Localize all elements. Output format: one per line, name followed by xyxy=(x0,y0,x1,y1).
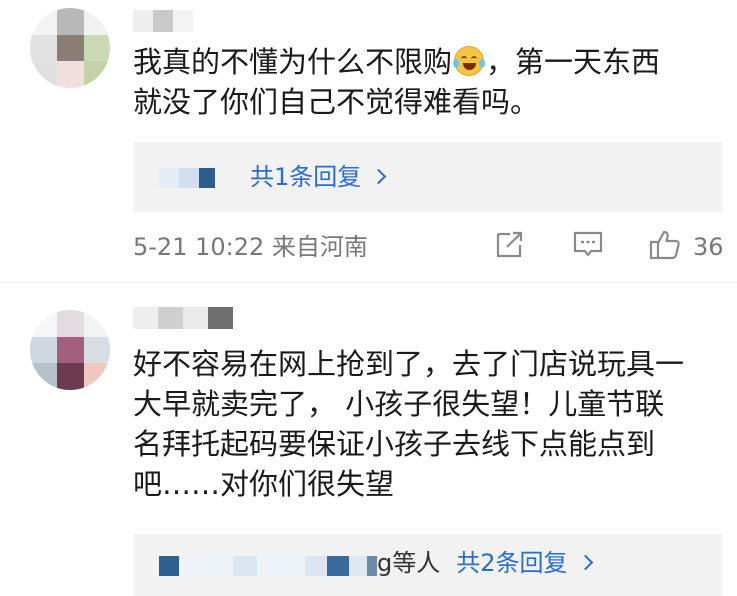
replies-count-label: 共2条回复 xyxy=(456,549,568,577)
comment-text-line: 好不容易在网上抢到了，去了门店说玩具一 xyxy=(133,347,685,381)
comment-2: 好不容易在网上抢到了，去了门店说玩具一 大早就卖完了， 小孩子很失望！儿童节联 … xyxy=(0,290,737,596)
comment-text: 我真的不懂为什么不限购 ，第一天东西 就没了你们自己不觉得难看吗。 xyxy=(133,42,723,122)
like-count: 36 xyxy=(693,233,724,261)
comment-meta: 5-21 10:22 来自河南 xyxy=(133,233,368,261)
comment-text: 好不容易在网上抢到了，去了门店说玩具一 大早就卖完了， 小孩子很失望！儿童节联 … xyxy=(133,344,723,504)
chevron-right-icon xyxy=(371,168,387,185)
replies-box[interactable]: 共1条回复 xyxy=(133,142,723,212)
comment-text-line: 就没了你们自己不觉得难看吗。 xyxy=(133,85,540,119)
avatar[interactable] xyxy=(30,310,110,390)
comment-text-line: 大早就卖完了， 小孩子很失望！儿童节联 xyxy=(133,387,665,421)
replies-box[interactable]: g等人 共2条回复 xyxy=(133,534,723,596)
comment-text-line: 名拜托起码要保证小孩子去线下点能点到 xyxy=(133,427,656,461)
comment-icon[interactable] xyxy=(572,228,604,260)
divider xyxy=(0,282,737,283)
replies-count-label: 共1条回复 xyxy=(250,163,362,191)
laughing-tears-emoji-icon xyxy=(453,46,486,76)
chevron-right-icon xyxy=(577,554,593,571)
comment-text-line: 吧……对你们很失望 xyxy=(133,467,395,501)
share-icon[interactable] xyxy=(494,228,526,260)
username[interactable] xyxy=(133,10,193,32)
thumbs-up-icon[interactable] xyxy=(648,228,682,262)
view-replies-link[interactable]: 共1条回复 xyxy=(250,162,387,192)
repliers-label: g等人 xyxy=(377,549,441,577)
comment-text-part: 我真的不懂为什么不限购 xyxy=(133,45,453,79)
comment-1: 我真的不懂为什么不限购 ，第一天东西 就没了你们自己不觉得难看吗。 共1条回复 5… xyxy=(0,0,737,282)
comment-text-part: ，第一天东西 xyxy=(486,45,661,79)
view-replies-link[interactable]: g等人 共2条回复 xyxy=(377,548,593,578)
username[interactable] xyxy=(133,307,233,329)
avatar[interactable] xyxy=(30,8,110,88)
